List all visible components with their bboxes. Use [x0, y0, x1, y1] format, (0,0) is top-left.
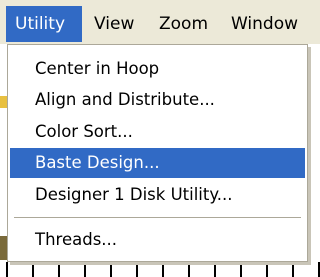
menu-bar: Utility View Zoom Window [0, 0, 320, 44]
left-edge-accent-lower [0, 236, 7, 260]
menu-view[interactable]: View [85, 6, 143, 42]
menu-window[interactable]: Window [222, 6, 307, 42]
left-edge-accent [0, 96, 7, 108]
utility-dropdown-menu: Center in Hoop Align and Distribute... C… [7, 44, 308, 262]
menu-separator [14, 217, 301, 218]
menu-item-threads[interactable]: Threads... [10, 225, 305, 255]
menu-item-color-sort[interactable]: Color Sort... [10, 117, 305, 147]
menu-item-designer-1-disk-utility[interactable]: Designer 1 Disk Utility... [10, 180, 305, 210]
ruler-ticks [0, 262, 320, 277]
menu-item-align-and-distribute[interactable]: Align and Distribute... [10, 85, 305, 115]
menu-zoom[interactable]: Zoom [150, 6, 217, 42]
menu-item-baste-design[interactable]: Baste Design... [10, 148, 305, 178]
menu-utility[interactable]: Utility [6, 6, 82, 42]
menu-item-center-in-hoop[interactable]: Center in Hoop [10, 54, 305, 84]
